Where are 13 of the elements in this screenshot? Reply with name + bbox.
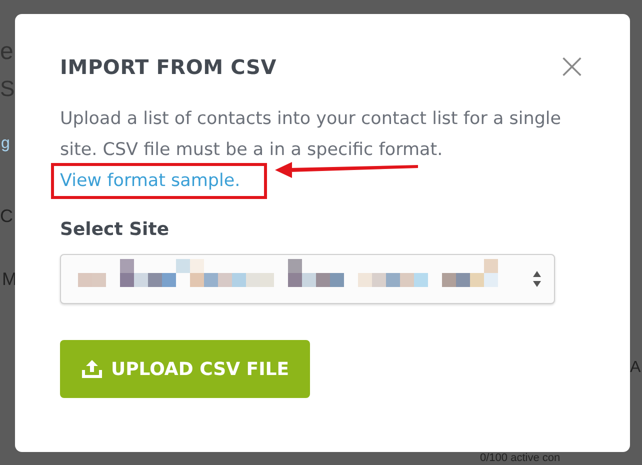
background-text: A <box>630 360 641 376</box>
upload-button[interactable]: UPLOAD CSV FILE <box>60 340 310 398</box>
upload-icon <box>80 359 103 379</box>
background-text: C <box>0 207 13 225</box>
format-sample-link[interactable]: View format sample. <box>60 166 240 197</box>
background-text: g <box>1 134 10 154</box>
dialog-title: IMPORT FROM CSV <box>60 55 276 79</box>
updown-arrows-icon <box>532 269 542 289</box>
site-select[interactable] <box>60 254 555 304</box>
background-text: 0/100 active con <box>480 453 560 464</box>
description-text: Upload a list of contacts into your contact list for a single site. CSV file must be a in a specific format. <box>60 108 562 162</box>
field-label: Select Site <box>60 219 170 240</box>
close-button[interactable]: × <box>556 52 587 82</box>
